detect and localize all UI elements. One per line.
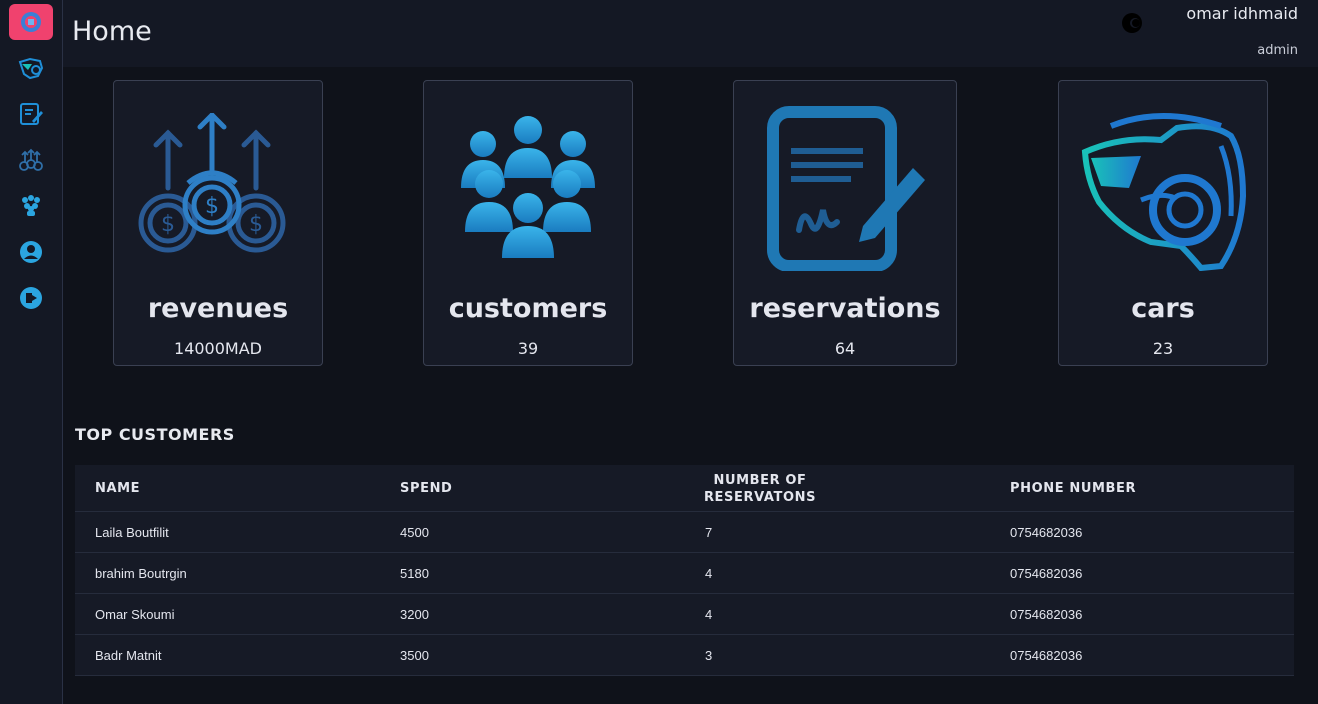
user-name: omar idhmaid: [1186, 4, 1298, 23]
customers-group-icon: [461, 116, 595, 258]
revenue-arrows-coins-icon: $ $ $: [138, 113, 286, 253]
cell-reservations: 3: [705, 648, 713, 663]
cell-phone: 0754682036: [1010, 607, 1083, 622]
table-row[interactable]: Laila Boutfilit 4500 7 0754682036: [75, 512, 1294, 553]
card-value: 64: [834, 339, 856, 358]
table-row[interactable]: Badr Matnit 3500 3 0754682036: [75, 635, 1294, 676]
logout-icon: [20, 287, 42, 309]
table-row[interactable]: brahim Boutrgin 5180 4 0754682036: [75, 553, 1294, 594]
top-customers-table: NAME SPEND NUMBER OF RESERVATONS PHONE N…: [75, 465, 1294, 676]
cell-reservations: 7: [705, 525, 713, 540]
cell-spend: 3200: [400, 607, 429, 622]
revenues-nav-button[interactable]: [9, 142, 53, 178]
profile-icon: [20, 241, 42, 263]
cell-reservations: 4: [705, 607, 713, 622]
svg-text:$: $: [205, 194, 219, 219]
table-row[interactable]: Omar Skoumi 3200 4 0754682036: [75, 594, 1294, 635]
profile-nav-button[interactable]: [9, 234, 53, 270]
table-header: NAME SPEND NUMBER OF RESERVATONS PHONE N…: [75, 465, 1294, 512]
car-icon: [18, 57, 44, 80]
dark-mode-icon: [1122, 13, 1142, 33]
customers-icon: [22, 195, 40, 216]
reservation-document-icon: [766, 105, 925, 271]
cell-spend: 4500: [400, 525, 429, 540]
logout-button[interactable]: [9, 280, 53, 316]
card-value: 14000MAD: [174, 339, 262, 358]
card-title: cars: [1131, 293, 1195, 324]
cell-spend: 3500: [400, 648, 429, 663]
svg-text:$: $: [161, 212, 175, 237]
cell-phone: 0754682036: [1010, 525, 1083, 540]
reservation-list-icon: [20, 103, 43, 125]
column-header-line: RESERVATONS: [703, 489, 817, 505]
sports-car-icon: [1081, 112, 1246, 271]
card-value: 23: [1152, 339, 1174, 358]
revenues-card[interactable]: $ $ $ revenues 14000MAD: [113, 80, 323, 366]
reservations-nav-button[interactable]: [9, 96, 53, 132]
customers-nav-button[interactable]: [9, 188, 53, 224]
cell-phone: 0754682036: [1010, 566, 1083, 581]
card-title: customers: [448, 293, 608, 324]
column-header-spend[interactable]: SPEND: [400, 465, 452, 512]
cars-nav-button[interactable]: [9, 50, 53, 86]
theme-toggle-button[interactable]: [1121, 12, 1143, 34]
card-title: revenues: [147, 293, 289, 324]
dashboard-button[interactable]: [9, 4, 53, 40]
card-title: reservations: [749, 293, 941, 324]
cell-phone: 0754682036: [1010, 648, 1083, 663]
cell-name: Badr Matnit: [95, 648, 162, 663]
dashboard-icon: [21, 12, 41, 32]
user-role: admin: [1257, 43, 1298, 58]
cell-name: brahim Boutrgin: [95, 566, 187, 581]
cell-reservations: 4: [705, 566, 713, 581]
customers-card[interactable]: customers 39: [423, 80, 633, 366]
card-value: 39: [517, 339, 539, 358]
column-header-reservations[interactable]: NUMBER OF RESERVATONS: [703, 465, 817, 512]
column-header-line: NUMBER OF: [713, 472, 807, 488]
column-header-phone[interactable]: PHONE NUMBER: [1010, 465, 1136, 512]
reservations-card[interactable]: reservations 64: [733, 80, 957, 366]
sidebar: [0, 0, 63, 704]
cell-name: Laila Boutfilit: [95, 525, 169, 540]
cell-name: Omar Skoumi: [95, 607, 175, 622]
column-header-name[interactable]: NAME: [95, 465, 140, 512]
cars-card[interactable]: cars 23: [1058, 80, 1268, 366]
section-title: TOP CUSTOMERS: [75, 425, 235, 444]
revenue-icon: [19, 148, 43, 171]
top-header: Home omar idhmaid admin: [63, 0, 1318, 67]
page-title: Home: [72, 16, 152, 47]
svg-text:$: $: [249, 212, 263, 237]
cell-spend: 5180: [400, 566, 429, 581]
